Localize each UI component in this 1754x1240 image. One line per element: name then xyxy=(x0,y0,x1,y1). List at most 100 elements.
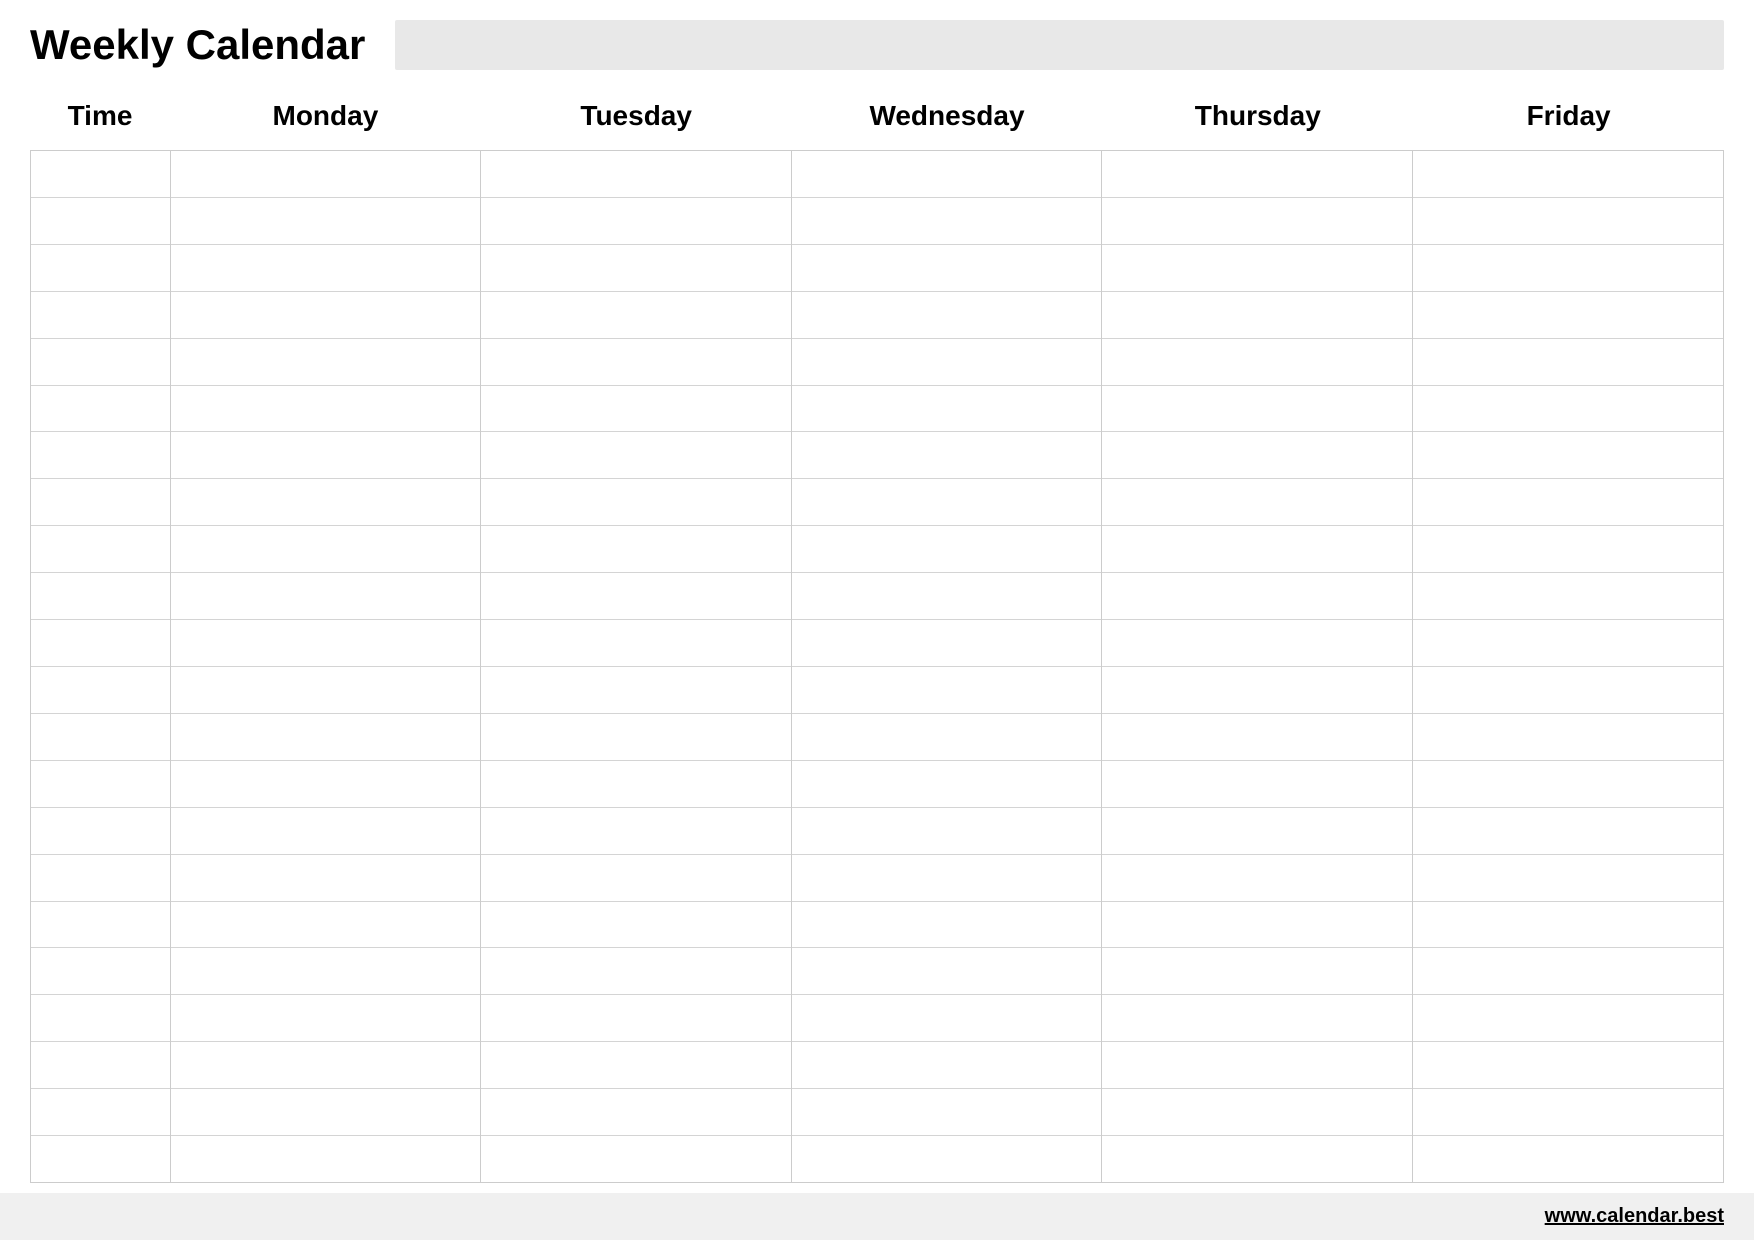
day-cell[interactable] xyxy=(171,855,480,902)
day-cell[interactable] xyxy=(1413,151,1723,198)
day-cell[interactable] xyxy=(792,386,1101,433)
footer-link[interactable]: www.calendar.best xyxy=(1545,1205,1724,1228)
day-cell[interactable] xyxy=(1413,198,1723,245)
day-cell[interactable] xyxy=(1102,855,1411,902)
day-cell[interactable] xyxy=(792,526,1101,573)
day-cell[interactable] xyxy=(481,1042,790,1089)
day-cell[interactable] xyxy=(481,667,790,714)
day-cell[interactable] xyxy=(1102,667,1411,714)
day-cell[interactable] xyxy=(1413,855,1723,902)
day-cell[interactable] xyxy=(1102,245,1411,292)
day-cell[interactable] xyxy=(481,479,790,526)
day-cell[interactable] xyxy=(792,339,1101,386)
day-cell[interactable] xyxy=(792,1089,1101,1136)
day-cell[interactable] xyxy=(1413,432,1723,479)
day-cell[interactable] xyxy=(1102,479,1411,526)
day-cell[interactable] xyxy=(481,855,790,902)
day-cell[interactable] xyxy=(1413,667,1723,714)
day-cell[interactable] xyxy=(792,761,1101,808)
day-cell[interactable] xyxy=(1102,432,1411,479)
day-cell[interactable] xyxy=(481,573,790,620)
day-cell[interactable] xyxy=(481,1089,790,1136)
day-cell[interactable] xyxy=(171,1089,480,1136)
day-cell[interactable] xyxy=(481,1136,790,1182)
day-cell[interactable] xyxy=(1413,292,1723,339)
day-cell[interactable] xyxy=(171,761,480,808)
day-cell[interactable] xyxy=(792,198,1101,245)
day-cell[interactable] xyxy=(1102,995,1411,1042)
day-cell[interactable] xyxy=(792,948,1101,995)
day-cell[interactable] xyxy=(171,995,480,1042)
day-cell[interactable] xyxy=(792,573,1101,620)
day-cell[interactable] xyxy=(1413,948,1723,995)
day-cell[interactable] xyxy=(171,573,480,620)
day-cell[interactable] xyxy=(1413,995,1723,1042)
day-cell[interactable] xyxy=(1413,386,1723,433)
day-cell[interactable] xyxy=(481,948,790,995)
day-cell[interactable] xyxy=(481,995,790,1042)
day-cell[interactable] xyxy=(1102,902,1411,949)
day-cell[interactable] xyxy=(171,198,480,245)
day-cell[interactable] xyxy=(171,292,480,339)
day-cell[interactable] xyxy=(171,245,480,292)
day-cell[interactable] xyxy=(481,902,790,949)
day-cell[interactable] xyxy=(171,1136,480,1182)
day-cell[interactable] xyxy=(1102,151,1411,198)
day-cell[interactable] xyxy=(481,198,790,245)
day-cell[interactable] xyxy=(1102,948,1411,995)
day-cell[interactable] xyxy=(1102,386,1411,433)
day-cell[interactable] xyxy=(1413,808,1723,855)
day-cell[interactable] xyxy=(481,151,790,198)
day-cell[interactable] xyxy=(1102,1136,1411,1182)
day-cell[interactable] xyxy=(1413,1136,1723,1182)
day-cell[interactable] xyxy=(481,386,790,433)
day-cell[interactable] xyxy=(1102,573,1411,620)
day-cell[interactable] xyxy=(481,245,790,292)
day-cell[interactable] xyxy=(481,526,790,573)
day-cell[interactable] xyxy=(171,902,480,949)
day-cell[interactable] xyxy=(171,526,480,573)
day-cell[interactable] xyxy=(1102,292,1411,339)
day-cell[interactable] xyxy=(171,386,480,433)
day-cell[interactable] xyxy=(792,479,1101,526)
day-cell[interactable] xyxy=(481,339,790,386)
day-cell[interactable] xyxy=(1413,1042,1723,1089)
day-cell[interactable] xyxy=(792,808,1101,855)
day-cell[interactable] xyxy=(792,1042,1101,1089)
day-cell[interactable] xyxy=(1413,573,1723,620)
day-cell[interactable] xyxy=(1102,339,1411,386)
day-cell[interactable] xyxy=(792,855,1101,902)
day-cell[interactable] xyxy=(792,995,1101,1042)
day-cell[interactable] xyxy=(792,714,1101,761)
day-cell[interactable] xyxy=(481,620,790,667)
day-cell[interactable] xyxy=(792,902,1101,949)
day-cell[interactable] xyxy=(1413,245,1723,292)
day-cell[interactable] xyxy=(171,151,480,198)
day-cell[interactable] xyxy=(1413,714,1723,761)
day-cell[interactable] xyxy=(792,667,1101,714)
day-cell[interactable] xyxy=(1413,620,1723,667)
day-cell[interactable] xyxy=(171,479,480,526)
day-cell[interactable] xyxy=(792,1136,1101,1182)
day-cell[interactable] xyxy=(1102,526,1411,573)
day-cell[interactable] xyxy=(1413,526,1723,573)
day-cell[interactable] xyxy=(481,761,790,808)
day-cell[interactable] xyxy=(481,714,790,761)
day-cell[interactable] xyxy=(792,292,1101,339)
day-cell[interactable] xyxy=(1102,1089,1411,1136)
day-cell[interactable] xyxy=(1413,1089,1723,1136)
day-cell[interactable] xyxy=(171,808,480,855)
day-cell[interactable] xyxy=(1102,198,1411,245)
day-cell[interactable] xyxy=(792,245,1101,292)
day-cell[interactable] xyxy=(1413,339,1723,386)
day-cell[interactable] xyxy=(1413,761,1723,808)
day-cell[interactable] xyxy=(1413,479,1723,526)
day-cell[interactable] xyxy=(792,620,1101,667)
day-cell[interactable] xyxy=(171,1042,480,1089)
day-cell[interactable] xyxy=(481,292,790,339)
day-cell[interactable] xyxy=(1102,620,1411,667)
day-cell[interactable] xyxy=(481,432,790,479)
day-cell[interactable] xyxy=(1413,902,1723,949)
day-cell[interactable] xyxy=(171,620,480,667)
day-cell[interactable] xyxy=(171,667,480,714)
